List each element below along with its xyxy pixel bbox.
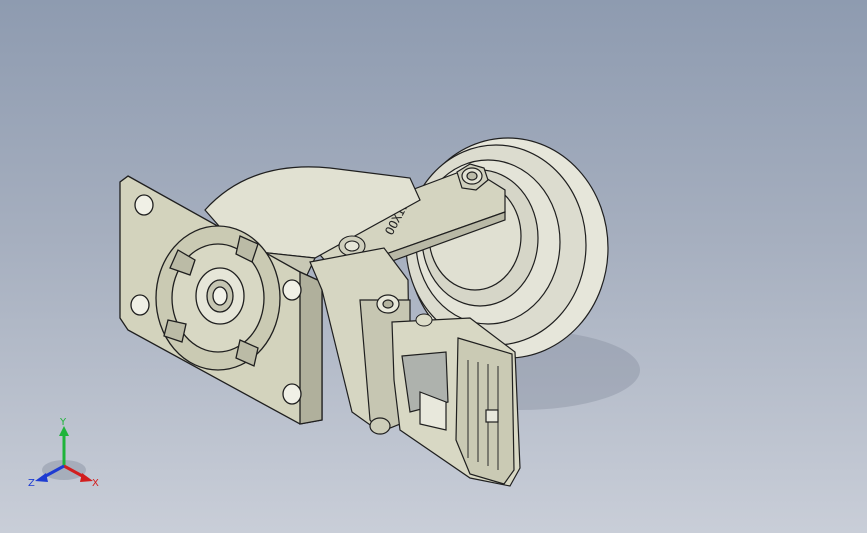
caster-3d-model[interactable]: OOXIP [0,0,867,533]
y-axis-label: Y [59,418,67,428]
bolt-hole [134,194,154,216]
bolt-hole [282,279,302,301]
z-axis-label: Z [28,478,35,489]
x-axis-label: X [92,478,99,489]
coordinate-triad: Y X Z [28,418,99,489]
brake-pedal[interactable] [391,317,521,487]
bolt-hole [130,294,150,316]
bolt-hole [282,383,302,405]
latch-screw[interactable] [415,313,433,327]
z-axis-arrow-icon [35,473,48,482]
graphics-viewport[interactable]: OOXIP Y X Z [0,0,867,533]
lock-symbol-icon [485,409,499,423]
